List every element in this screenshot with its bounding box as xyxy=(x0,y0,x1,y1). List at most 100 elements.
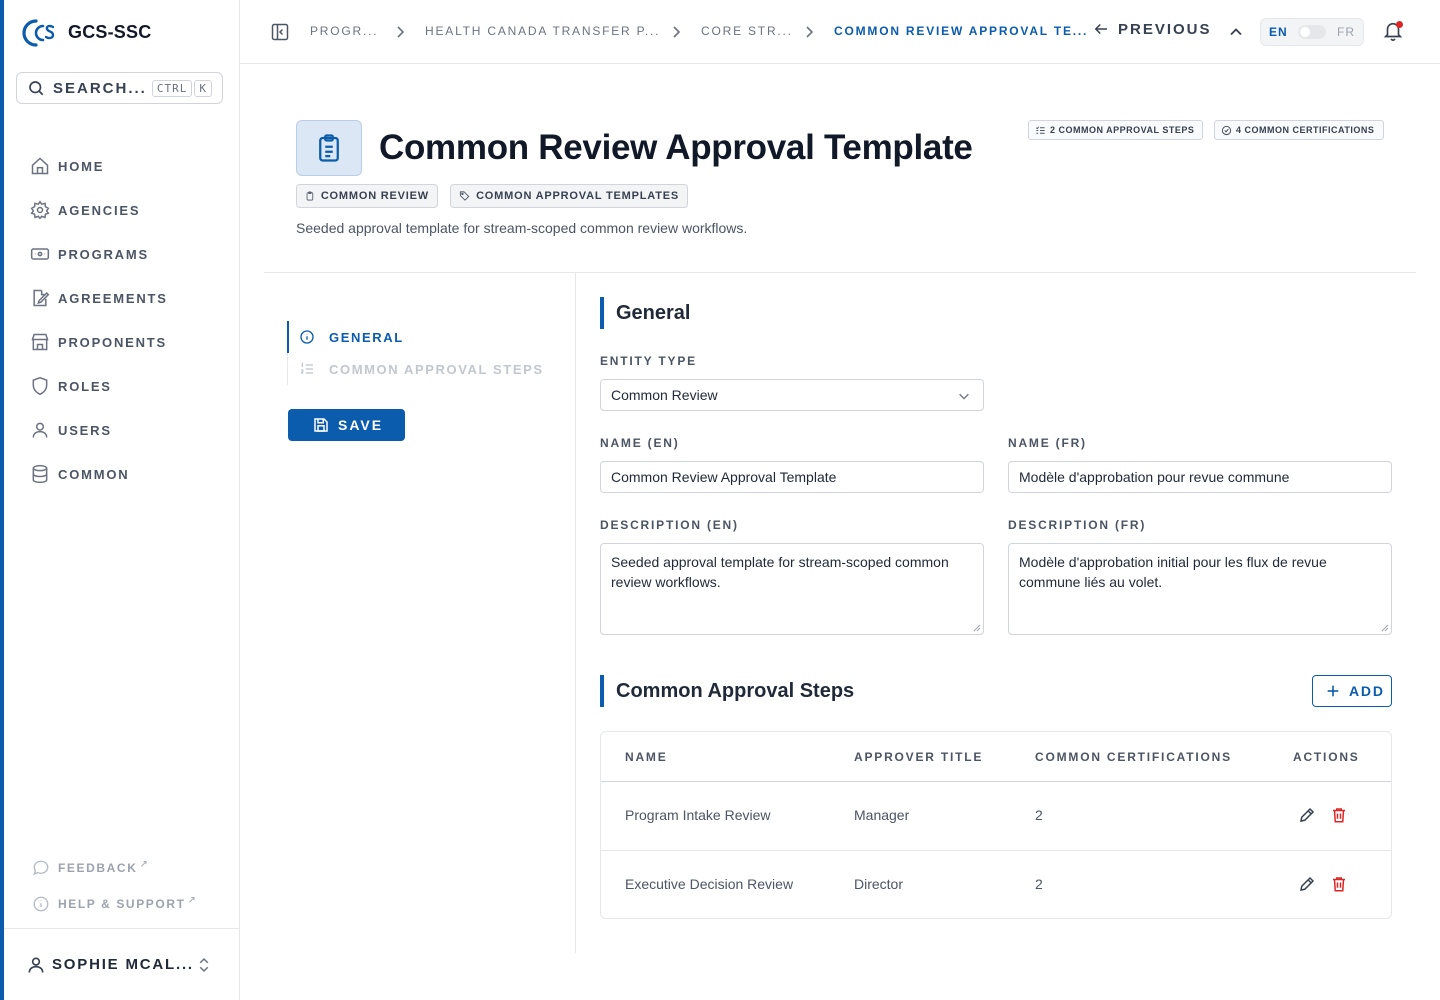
category-tag: COMMON APPROVAL TEMPLATES xyxy=(450,184,688,208)
approval-steps-table: NAME APPROVER TITLE COMMON CERTIFICATION… xyxy=(600,731,1392,919)
table-row[interactable]: Program Intake Review Manager 2 xyxy=(601,782,1391,850)
resize-handle-icon[interactable] xyxy=(1381,624,1389,632)
name-en-input[interactable]: Common Review Approval Template xyxy=(600,461,984,493)
description-fr-textarea[interactable]: Modèle d'approbation initial pour les fl… xyxy=(1008,543,1392,635)
column-header-certifications[interactable]: COMMON CERTIFICATIONS xyxy=(1035,750,1232,764)
page-title: Common Review Approval Template xyxy=(379,128,973,167)
previous-label: PREVIOUS xyxy=(1118,20,1212,38)
edit-icon[interactable] xyxy=(1298,806,1316,824)
kbd-ctrl: CTRL xyxy=(151,79,193,97)
gcs-logo-icon xyxy=(22,19,55,47)
breadcrumb-programs[interactable]: PROGR... xyxy=(310,24,378,38)
chevron-right-icon xyxy=(806,26,814,38)
section-nav-approval-steps[interactable]: COMMON APPROVAL STEPS xyxy=(287,353,557,385)
breadcrumb-program[interactable]: HEALTH CANADA TRANSFER P... xyxy=(425,24,660,38)
store-icon xyxy=(31,333,49,351)
column-divider xyxy=(575,273,576,953)
name-fr-input[interactable]: Modèle d'approbation pour revue commune xyxy=(1008,461,1392,493)
list-check-icon xyxy=(1036,126,1045,134)
entity-type-label: ENTITY TYPE xyxy=(600,354,697,368)
sidebar-toggle-icon[interactable] xyxy=(270,22,290,42)
general-section-heading: General xyxy=(600,297,690,329)
steps-section-heading: Common Approval Steps xyxy=(600,675,854,707)
sidebar-item-label: USERS xyxy=(58,422,112,438)
kbd-k: K xyxy=(194,79,212,97)
resize-handle-icon[interactable] xyxy=(973,624,981,632)
gear-icon xyxy=(30,200,50,220)
breadcrumb-stream[interactable]: CORE STR... xyxy=(701,24,793,38)
search-label: SEARCH... xyxy=(53,79,147,97)
user-icon xyxy=(32,422,48,438)
sidebar: GCS-SSC SEARCH... CTRL K HOME AGENCIES P… xyxy=(0,0,240,1000)
name-en-value: Common Review Approval Template xyxy=(611,469,837,485)
entity-type-value: Common Review xyxy=(611,387,718,403)
description-fr-label: DESCRIPTION (FR) xyxy=(1008,518,1147,532)
user-menu[interactable]: SOPHIE MCAL... xyxy=(4,928,239,1000)
step-name: Executive Decision Review xyxy=(625,876,794,892)
sidebar-item-label: COMMON xyxy=(58,466,130,482)
sidebar-item-label: HOME xyxy=(58,158,105,174)
description-en-textarea[interactable]: Seeded approval template for stream-scop… xyxy=(600,543,984,635)
column-header-name[interactable]: NAME xyxy=(625,750,668,764)
description-en-value: Seeded approval template for stream-scop… xyxy=(611,554,949,590)
search-button[interactable]: SEARCH... CTRL K xyxy=(16,72,223,104)
save-icon xyxy=(314,418,328,432)
feedback-label: FEEDBACK xyxy=(58,861,138,875)
header-divider xyxy=(264,272,1416,273)
entity-type-tag-label: COMMON REVIEW xyxy=(320,190,429,202)
save-button[interactable]: SAVE xyxy=(288,409,405,441)
add-step-button[interactable]: ADD xyxy=(1312,675,1392,707)
user-icon xyxy=(28,957,44,973)
step-approver: Manager xyxy=(854,807,910,823)
save-label: SAVE xyxy=(338,417,384,433)
sidebar-item-proponents[interactable]: PROPONENTS xyxy=(30,320,230,364)
edit-icon[interactable] xyxy=(1298,875,1316,893)
sidebar-item-home[interactable]: HOME xyxy=(30,144,230,188)
table-row[interactable]: Executive Decision Review Director 2 xyxy=(601,850,1391,918)
language-toggle[interactable]: EN FR xyxy=(1260,18,1364,46)
clipboard-list-icon xyxy=(319,134,339,162)
app-name: GCS-SSC xyxy=(68,21,152,42)
general-heading: General xyxy=(616,301,691,324)
chevron-up-down-icon xyxy=(199,957,209,972)
trash-icon[interactable] xyxy=(1330,806,1348,824)
section-nav-label: COMMON APPROVAL STEPS xyxy=(329,361,544,377)
description-fr-value: Modèle d'approbation initial pour les fl… xyxy=(1019,554,1327,590)
trash-icon[interactable] xyxy=(1330,875,1348,893)
previous-button[interactable]: PREVIOUS xyxy=(1092,20,1212,38)
certifications-count-badge: 4 COMMON CERTIFICATIONS xyxy=(1214,120,1384,140)
column-header-actions: ACTIONS xyxy=(1293,750,1360,764)
chat-icon xyxy=(33,860,49,876)
lang-fr-label: FR xyxy=(1336,25,1355,39)
column-header-approver-title[interactable]: APPROVER TITLE xyxy=(854,750,983,764)
app-logo[interactable]: GCS-SSC xyxy=(4,0,239,64)
section-nav: GENERAL COMMON APPROVAL STEPS xyxy=(287,321,557,385)
lang-switch[interactable] xyxy=(1298,25,1327,39)
breadcrumb-current: COMMON REVIEW APPROVAL TE... xyxy=(834,24,1089,38)
plus-icon xyxy=(1327,685,1339,697)
entity-type-tag: COMMON REVIEW xyxy=(296,184,438,208)
sidebar-footer-links: FEEDBACK ↗ HELP & SUPPORT ↗ xyxy=(32,850,232,922)
help-support-link[interactable]: HELP & SUPPORT ↗ xyxy=(32,886,232,922)
chevron-up-icon[interactable] xyxy=(1228,24,1244,40)
sidebar-item-agreements[interactable]: AGREEMENTS xyxy=(30,276,230,320)
section-nav-general[interactable]: GENERAL xyxy=(287,321,557,353)
sidebar-item-programs[interactable]: PROGRAMS xyxy=(30,232,230,276)
search-icon xyxy=(29,81,44,96)
description-en-label: DESCRIPTION (EN) xyxy=(600,518,739,532)
lang-en-label: EN xyxy=(1269,25,1288,39)
sidebar-item-agencies[interactable]: AGENCIES xyxy=(30,188,230,232)
name-fr-value: Modèle d'approbation pour revue commune xyxy=(1019,469,1290,485)
name-en-label: NAME (EN) xyxy=(600,436,680,450)
table-header: NAME APPROVER TITLE COMMON CERTIFICATION… xyxy=(601,732,1391,782)
sidebar-item-users[interactable]: USERS xyxy=(30,408,230,452)
steps-count-text: 2 COMMON APPROVAL STEPS xyxy=(1050,125,1195,135)
sidebar-item-roles[interactable]: ROLES xyxy=(30,364,230,408)
clipboard-icon xyxy=(306,191,314,201)
feedback-link[interactable]: FEEDBACK ↗ xyxy=(32,850,232,886)
entity-type-select[interactable]: Common Review xyxy=(600,379,984,411)
sidebar-item-common[interactable]: COMMON xyxy=(30,452,230,496)
add-label: ADD xyxy=(1349,683,1385,699)
program-icon xyxy=(30,248,50,260)
steps-heading: Common Approval Steps xyxy=(616,679,855,702)
